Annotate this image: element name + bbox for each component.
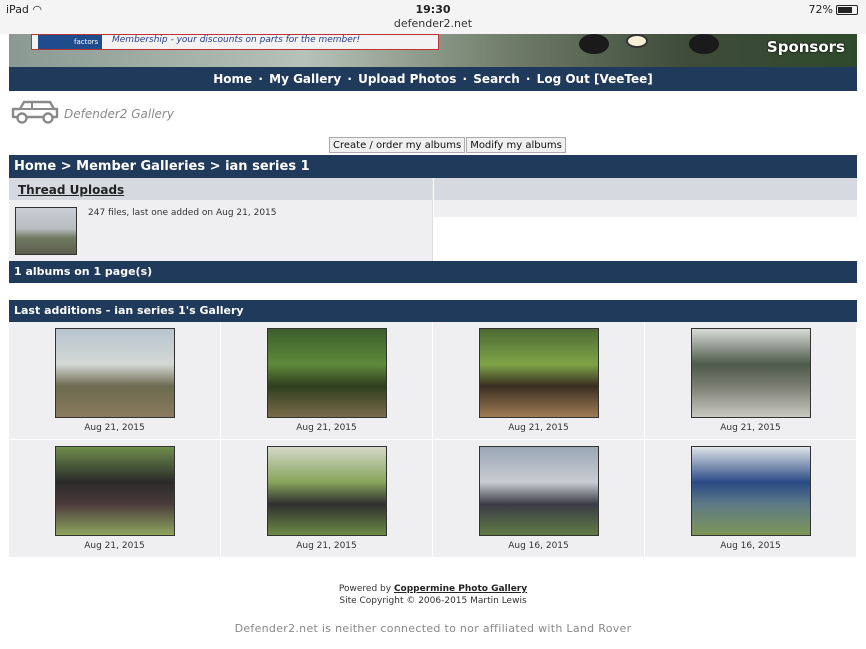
- nav-log-out[interactable]: Log Out [VeeTee]: [537, 72, 653, 86]
- breadcrumb-member-galleries[interactable]: Member Galleries: [76, 159, 205, 174]
- album-empty-cell: [434, 178, 857, 261]
- breadcrumb-separator: >: [60, 159, 72, 174]
- site-banner: factors Membership - your discounts on p…: [9, 34, 857, 67]
- footer: Powered by Coppermine Photo Gallery Site…: [0, 583, 866, 607]
- land-rover-icon[interactable]: [10, 98, 60, 126]
- nav-separator: ·: [525, 72, 531, 86]
- photo-thumbnail[interactable]: [267, 446, 387, 536]
- thumbnail-cell: Aug 16, 2015: [645, 440, 856, 557]
- thumbnail-cell: Aug 21, 2015: [433, 322, 644, 439]
- photo-date: Aug 21, 2015: [84, 423, 145, 433]
- clock: 19:30: [415, 3, 451, 16]
- photo-thumbnail[interactable]: [691, 446, 811, 536]
- photo-thumbnail[interactable]: [55, 328, 175, 418]
- photo-date: Aug 16, 2015: [720, 541, 781, 551]
- photo-date: Aug 21, 2015: [296, 541, 357, 551]
- copyright-text: Site Copyright © 2006-2015 Martin Lewis: [339, 596, 527, 606]
- nav-search[interactable]: Search: [473, 72, 519, 86]
- vehicle-wheel-image: [689, 34, 719, 54]
- photo-thumbnail[interactable]: [691, 328, 811, 418]
- album-header: Thread Uploads: [9, 178, 432, 200]
- thumbnail-cell: Aug 21, 2015: [645, 322, 856, 439]
- album-title-link[interactable]: Thread Uploads: [18, 183, 124, 197]
- coppermine-link[interactable]: Coppermine Photo Gallery: [394, 584, 527, 594]
- breadcrumb-home[interactable]: Home: [14, 159, 56, 174]
- nav-home[interactable]: Home: [213, 72, 252, 86]
- album-list: Thread Uploads 247 files, last one added…: [9, 178, 857, 261]
- breadcrumb-separator: >: [209, 159, 221, 174]
- nav-separator: ·: [462, 72, 468, 86]
- photo-thumbnail[interactable]: [479, 328, 599, 418]
- photo-date: Aug 21, 2015: [508, 423, 569, 433]
- disclaimer-text: Defender2.net is neither connected to no…: [234, 622, 632, 635]
- advert-tagline: Membership - your discounts on parts for…: [112, 35, 361, 45]
- photo-date: Aug 21, 2015: [720, 423, 781, 433]
- photo-date: Aug 16, 2015: [508, 541, 569, 551]
- banner-advert[interactable]: factors Membership - your discounts on p…: [31, 34, 439, 50]
- nav-separator: ·: [258, 72, 263, 86]
- address-host[interactable]: defender2.net: [0, 17, 866, 30]
- last-additions-header: Last additions - ian series 1's Gallery: [9, 300, 857, 322]
- thumbnail-cell: Aug 21, 2015: [9, 322, 220, 439]
- album-thumbnail[interactable]: [15, 207, 77, 255]
- vehicle-headlamp-image: [626, 34, 648, 48]
- powered-by-label: Powered by: [338, 584, 392, 594]
- photo-date: Aug 21, 2015: [296, 423, 357, 433]
- breadcrumb-current[interactable]: ian series 1: [225, 159, 310, 174]
- battery-icon: [836, 5, 858, 15]
- thumbnail-cell: Aug 16, 2015: [433, 440, 644, 557]
- create-order-albums-button[interactable]: Create / order my albums: [329, 137, 466, 153]
- powered-by-line: Powered by Coppermine Photo Gallery: [0, 583, 866, 595]
- modify-albums-button[interactable]: Modify my albums: [466, 137, 566, 153]
- advert-logo: factors: [38, 35, 102, 49]
- status-bar: iPad ◠ 19:30 defender2.net 72%: [0, 0, 866, 34]
- nav-separator: ·: [347, 72, 352, 86]
- breadcrumb: Home > Member Galleries > ian series 1: [9, 155, 857, 178]
- photo-thumbnail[interactable]: [55, 446, 175, 536]
- thumbnail-cell: Aug 21, 2015: [9, 440, 220, 557]
- nav-my-gallery[interactable]: My Gallery: [269, 72, 341, 86]
- photo-thumbnail[interactable]: [479, 446, 599, 536]
- vehicle-wheel-image: [579, 34, 609, 54]
- photo-date: Aug 21, 2015: [84, 541, 145, 551]
- last-additions-grid: Aug 21, 2015 Aug 21, 2015 Aug 21, 2015 Aug …: [9, 322, 857, 557]
- gallery-title: Defender2 Gallery: [64, 107, 174, 121]
- battery-indicator: 72%: [809, 3, 858, 16]
- main-nav: Home · My Gallery · Upload Photos · Sear…: [9, 67, 857, 91]
- album-actions: Create / order my albums Modify my album…: [329, 137, 567, 153]
- album-info: 247 files, last one added on Aug 21, 201…: [88, 208, 277, 218]
- photo-thumbnail[interactable]: [267, 328, 387, 418]
- sponsors-label[interactable]: Sponsors: [767, 38, 845, 56]
- nav-upload-photos[interactable]: Upload Photos: [358, 72, 456, 86]
- album-count: 1 albums on 1 page(s): [9, 261, 857, 283]
- album-item: Thread Uploads 247 files, last one added…: [9, 178, 433, 261]
- thumbnail-cell: Aug 21, 2015: [221, 322, 432, 439]
- thumbnail-cell: Aug 21, 2015: [221, 440, 432, 557]
